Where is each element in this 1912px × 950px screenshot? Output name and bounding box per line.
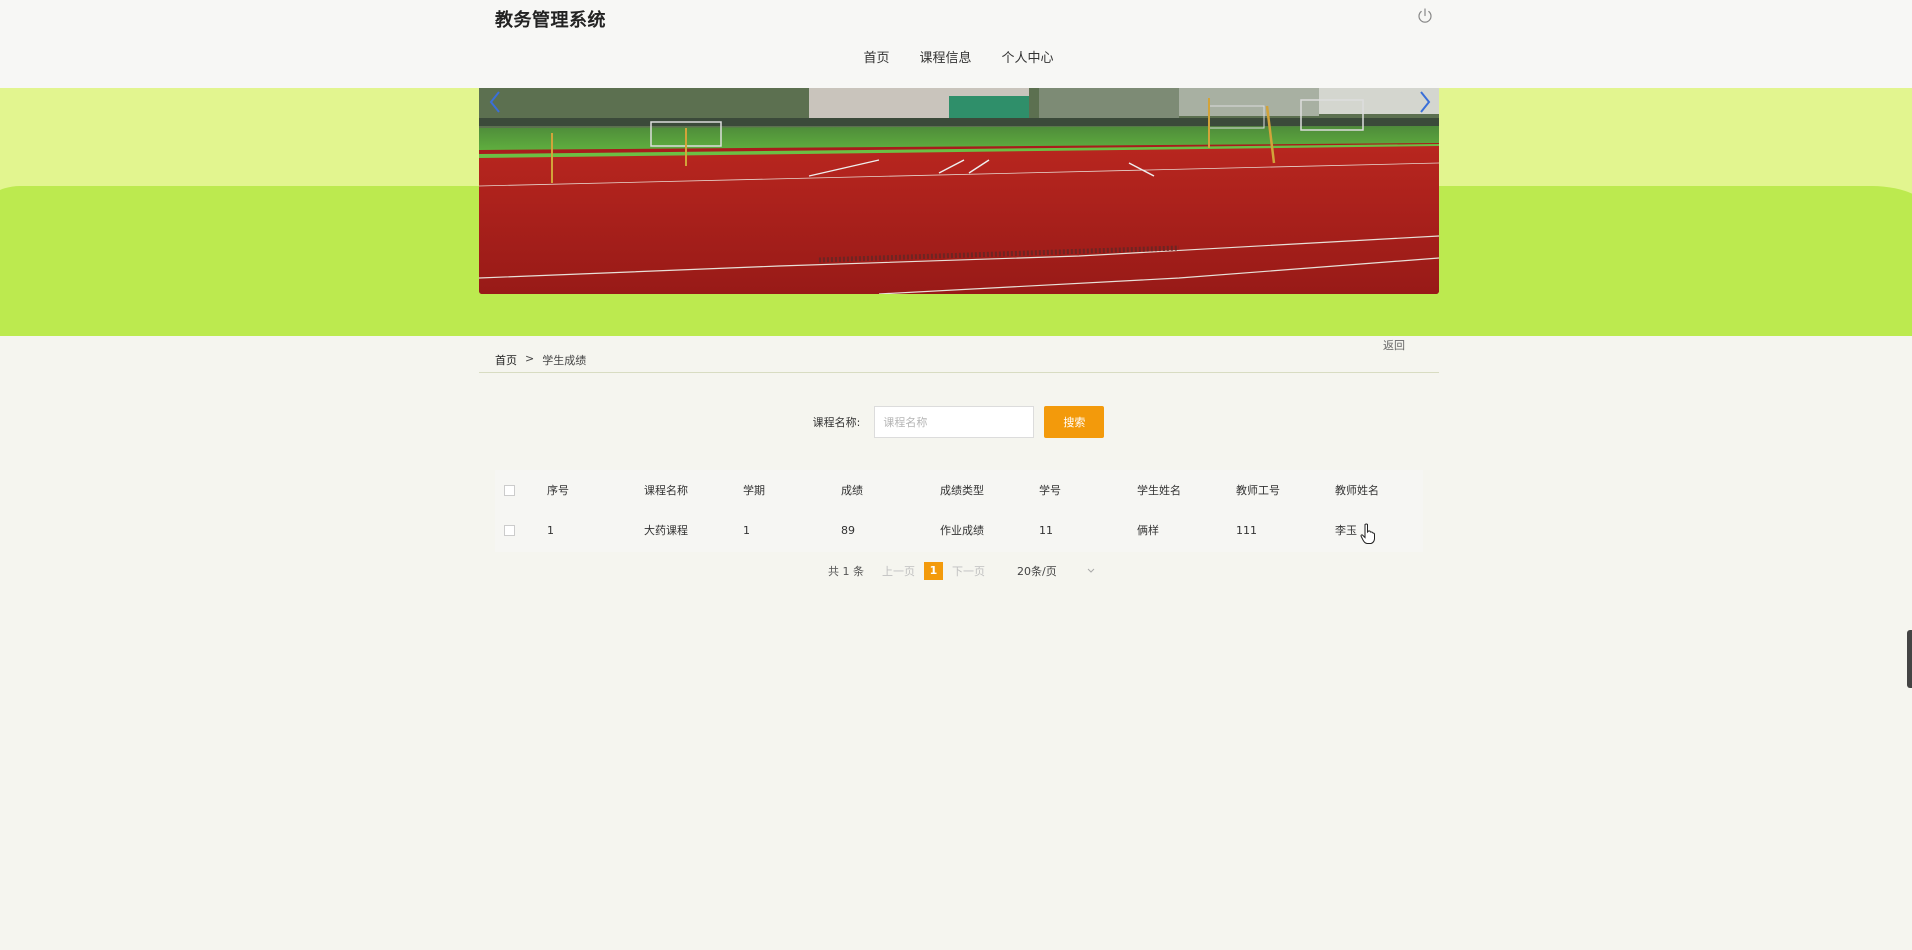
breadcrumb-separator: >	[525, 352, 535, 365]
table-row[interactable]: 1 大药课程 1 89 作业成绩 11 俩样 111 李玉	[495, 510, 1423, 550]
cell-score-type: 作业成绩	[940, 524, 984, 537]
pagination-total: 共 1 条	[828, 565, 864, 578]
chevron-down-icon	[1087, 568, 1095, 573]
cell-index: 1	[547, 523, 554, 537]
column-header: 学期	[743, 484, 765, 497]
chevron-right-icon[interactable]	[1417, 90, 1433, 114]
cell-course-name: 大药课程	[644, 524, 688, 537]
pagination-next-button[interactable]: 下一页	[952, 563, 985, 579]
column-header: 成绩	[841, 484, 863, 497]
pagination-prev-button[interactable]: 上一页	[882, 563, 915, 579]
pagination: 共 1 条 上一页 1 下一页 20条/页	[828, 562, 1095, 580]
search-label: 课程名称:	[812, 416, 861, 429]
pagination-page-1[interactable]: 1	[924, 562, 943, 580]
column-header: 教师工号	[1236, 484, 1280, 497]
cell-score: 89	[841, 523, 855, 537]
site-title: 教务管理系统	[495, 10, 606, 31]
column-header: 学生姓名	[1137, 484, 1181, 497]
column-header: 课程名称	[644, 484, 688, 497]
page-scrollbar-thumb[interactable]	[1907, 630, 1912, 688]
main-nav: 首页 课程信息 个人中心	[0, 45, 1912, 68]
breadcrumb-divider	[479, 372, 1439, 373]
search-bar: 课程名称: 搜索	[0, 406, 1912, 438]
search-button[interactable]: 搜索	[1044, 406, 1105, 438]
power-icon[interactable]	[1416, 7, 1434, 25]
page-size-value: 20条/页	[1017, 565, 1057, 578]
row-checkbox[interactable]	[504, 525, 515, 536]
back-link[interactable]: 返回	[1383, 337, 1405, 353]
header: 教务管理系统 首页 课程信息 个人中心	[0, 0, 1912, 88]
column-header: 学号	[1039, 484, 1061, 497]
chevron-left-icon[interactable]	[487, 90, 503, 114]
banner-carousel[interactable]	[479, 88, 1439, 294]
sports-field-photo	[479, 88, 1439, 294]
select-all-checkbox[interactable]	[504, 485, 515, 496]
cell-teacher-id: 111	[1236, 523, 1257, 537]
column-header: 序号	[547, 484, 569, 497]
cell-student-id: 11	[1039, 523, 1053, 537]
table-header-row: 序号 课程名称 学期 成绩 成绩类型 学号 学生姓名 教师工号 教师姓名	[495, 470, 1423, 510]
banner-area	[0, 88, 1912, 336]
grades-table: 序号 课程名称 学期 成绩 成绩类型 学号 学生姓名 教师工号 教师姓名 1 大…	[495, 470, 1423, 552]
hand-cursor-icon	[1360, 523, 1375, 544]
nav-item-home[interactable]: 首页	[863, 45, 889, 68]
cell-teacher-name: 李玉	[1335, 524, 1357, 537]
cell-student-name: 俩样	[1137, 524, 1159, 537]
breadcrumb-home[interactable]: 首页	[495, 352, 517, 368]
breadcrumb-current: 学生成绩	[542, 354, 587, 367]
course-name-search-input[interactable]	[874, 406, 1035, 438]
page-size-select[interactable]: 20条/页	[1017, 563, 1095, 579]
cell-semester: 1	[743, 523, 750, 537]
nav-item-course-info[interactable]: 课程信息	[919, 45, 971, 68]
column-header: 教师姓名	[1335, 484, 1379, 497]
nav-item-personal-center[interactable]: 个人中心	[1002, 45, 1054, 68]
column-header: 成绩类型	[940, 484, 984, 497]
breadcrumb: 首页 > 学生成绩	[495, 352, 586, 368]
